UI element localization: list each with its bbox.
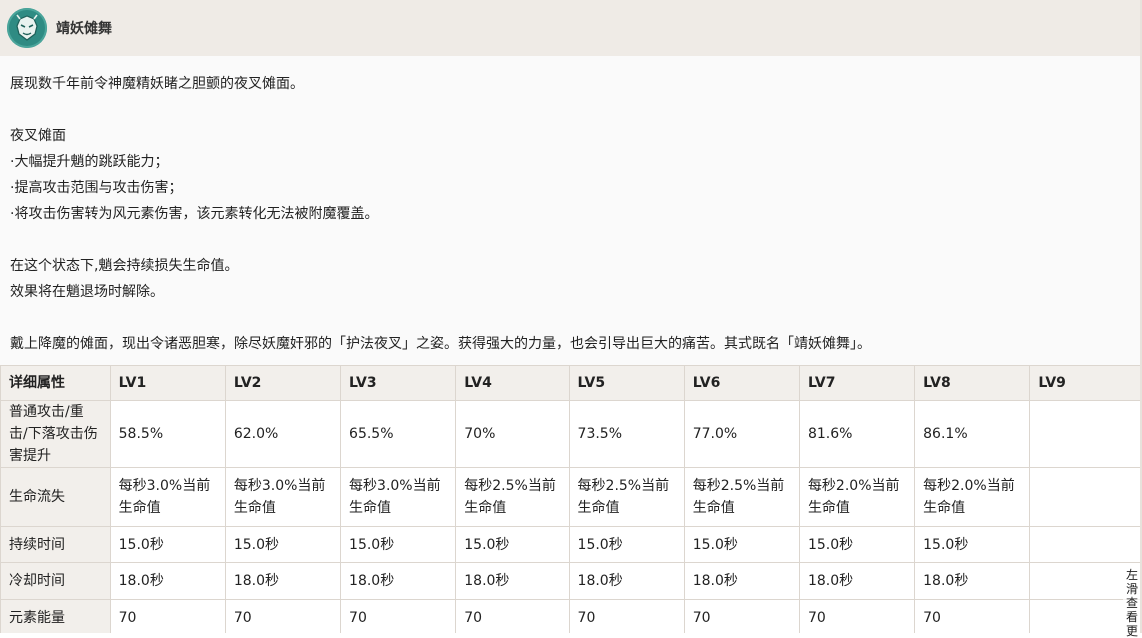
table-row: 冷却时间 18.0秒 18.0秒 18.0秒 18.0秒 18.0秒 18.0秒… xyxy=(0,562,1142,600)
skill-title: 靖妖傩舞 xyxy=(56,21,112,37)
table-cell: 15.0秒 xyxy=(224,526,342,563)
table-cell: 70 xyxy=(683,599,800,633)
table-row: 元素能量 70 70 70 70 70 70 70 70 xyxy=(0,599,1142,633)
table-cell: 70% xyxy=(455,400,570,468)
table-cell: 每秒2.5%当前生命值 xyxy=(455,467,570,527)
table-cell: 18.0秒 xyxy=(109,562,226,600)
table-cell: 77.0% xyxy=(683,400,800,468)
table-cell xyxy=(1029,467,1142,527)
table-cell: 15.0秒 xyxy=(340,526,457,563)
table-cell: 每秒2.5%当前生命值 xyxy=(568,467,685,527)
table-cell: 62.0% xyxy=(224,400,342,468)
table-cell: 每秒3.0%当前生命值 xyxy=(340,467,457,527)
table-cell: 70 xyxy=(340,599,457,633)
table-cell: 18.0秒 xyxy=(455,562,570,600)
table-cell: 15.0秒 xyxy=(109,526,226,563)
skill-description: 展现数千年前令神魔精妖睹之胆颤的夜叉傩面。 夜叉傩面 ·大幅提升魈的跳跃能力； … xyxy=(0,56,1142,366)
row-label: 生命流失 xyxy=(0,467,111,527)
table-cell: 70 xyxy=(109,599,226,633)
table-cell: 65.5% xyxy=(340,400,457,468)
header-cell: LV5 xyxy=(568,365,685,401)
header-cell: LV8 xyxy=(914,365,1031,401)
skill-avatar xyxy=(7,8,47,48)
header-cell: LV2 xyxy=(224,365,342,401)
table-cell xyxy=(1029,400,1142,468)
table-cell: 73.5% xyxy=(568,400,685,468)
description-line: 戴上降魔的傩面，现出令诸恶胆寒，除尽妖魔奸邪的「护法夜叉」之姿。获得强大的力量，… xyxy=(10,336,871,352)
table-cell: 每秒2.5%当前生命值 xyxy=(683,467,800,527)
table-cell: 15.0秒 xyxy=(683,526,800,563)
skill-header: 靖妖傩舞 xyxy=(0,0,1142,56)
table-cell: 每秒2.0%当前生命值 xyxy=(798,467,916,527)
table-row: 普通攻击/重击/下落攻击伤害提升 58.5% 62.0% 65.5% 70% 7… xyxy=(0,400,1142,468)
header-cell: LV6 xyxy=(683,365,800,401)
table-cell: 18.0秒 xyxy=(568,562,685,600)
table-row: 生命流失 每秒3.0%当前生命值 每秒3.0%当前生命值 每秒3.0%当前生命值… xyxy=(0,467,1142,527)
description-line: ·将攻击伤害转为风元素伤害，该元素转化无法被附魔覆盖。 xyxy=(10,206,379,222)
table-cell: 18.0秒 xyxy=(683,562,800,600)
description-line: ·大幅提升魈的跳跃能力； xyxy=(10,154,169,170)
attribute-table: 详细属性 LV1 LV2 LV3 LV4 LV5 LV6 LV7 LV8 LV9… xyxy=(0,365,1142,633)
table-cell: 70 xyxy=(455,599,570,633)
table-cell: 18.0秒 xyxy=(224,562,342,600)
table-cell xyxy=(1029,526,1142,563)
row-label: 冷却时间 xyxy=(0,562,111,600)
slide-left-hint: 左滑查看更 xyxy=(1123,568,1141,638)
row-label: 普通攻击/重击/下落攻击伤害提升 xyxy=(0,400,111,468)
table-cell: 18.0秒 xyxy=(340,562,457,600)
table-cell: 70 xyxy=(224,599,342,633)
header-cell: LV9 xyxy=(1029,365,1142,401)
table-cell: 15.0秒 xyxy=(798,526,916,563)
description-line: ·提高攻击范围与攻击伤害； xyxy=(10,180,183,196)
header-cell: 详细属性 xyxy=(0,365,111,401)
yaksha-mask-icon xyxy=(16,14,38,41)
table-cell: 58.5% xyxy=(109,400,226,468)
table-cell: 86.1% xyxy=(914,400,1031,468)
table-cell: 15.0秒 xyxy=(914,526,1031,563)
description-line: 夜叉傩面 xyxy=(10,128,66,144)
description-line: 在这个状态下,魈会持续损失生命值。 xyxy=(10,258,239,274)
header-cell: LV4 xyxy=(455,365,570,401)
table-cell: 81.6% xyxy=(798,400,916,468)
header-cell: LV1 xyxy=(109,365,226,401)
table-cell: 70 xyxy=(568,599,685,633)
attribute-table-scroll[interactable]: 详细属性 LV1 LV2 LV3 LV4 LV5 LV6 LV7 LV8 LV9… xyxy=(0,365,1142,633)
table-cell: 18.0秒 xyxy=(914,562,1031,600)
table-cell: 每秒3.0%当前生命值 xyxy=(224,467,342,527)
table-header-row: 详细属性 LV1 LV2 LV3 LV4 LV5 LV6 LV7 LV8 LV9 xyxy=(0,365,1142,401)
table-cell: 每秒3.0%当前生命值 xyxy=(109,467,226,527)
table-cell: 每秒2.0%当前生命值 xyxy=(914,467,1031,527)
description-line: 效果将在魈退场时解除。 xyxy=(10,284,164,300)
header-cell: LV3 xyxy=(340,365,457,401)
table-cell: 70 xyxy=(914,599,1031,633)
row-label: 元素能量 xyxy=(0,599,111,633)
table-cell: 15.0秒 xyxy=(455,526,570,563)
table-cell: 18.0秒 xyxy=(798,562,916,600)
table-cell: 15.0秒 xyxy=(568,526,685,563)
table-cell: 70 xyxy=(798,599,916,633)
header-cell: LV7 xyxy=(798,365,916,401)
description-line: 展现数千年前令神魔精妖睹之胆颤的夜叉傩面。 xyxy=(10,76,304,92)
row-label: 持续时间 xyxy=(0,526,111,563)
table-row: 持续时间 15.0秒 15.0秒 15.0秒 15.0秒 15.0秒 15.0秒… xyxy=(0,526,1142,563)
